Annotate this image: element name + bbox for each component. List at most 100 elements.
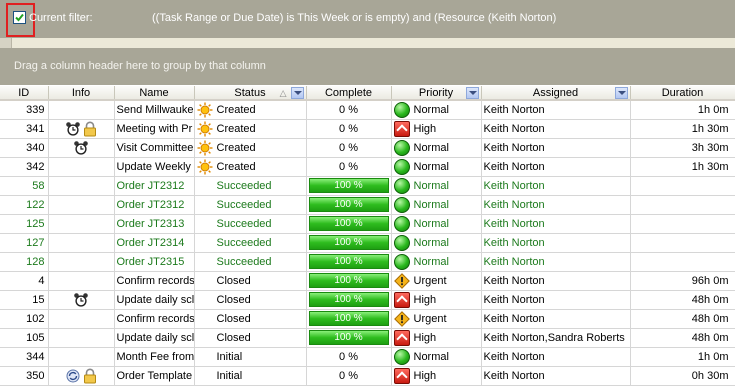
status-text: Closed [216,331,251,344]
cell-assigned: Keith Norton [481,119,631,139]
table-row[interactable]: 341 Meeting with Pr Created 0 % High Keith No… [0,119,735,139]
table-row[interactable]: 125 Order JT2313 Succeeded 100 % Normal Keith… [0,214,735,234]
priority-text: Normal [413,236,449,249]
alarm-clock-icon [73,292,89,308]
column-header-name[interactable]: Name [114,86,195,101]
column-header-assigned[interactable]: Assigned [481,86,631,101]
status-text: Succeeded [216,236,272,249]
column-header-duration[interactable]: Duration [630,86,735,101]
cell-name: Send Millwaukee [114,100,195,120]
assigned-filter-dropdown-icon[interactable] [614,87,628,99]
table-row[interactable]: 58 Order JT2312 Succeeded 100 % Normal Keith … [0,176,735,196]
priority-text: Normal [413,179,449,192]
column-header-info[interactable]: Info [48,86,115,101]
sun-icon [197,140,213,156]
cell-duration: 48h 0m [630,328,735,348]
cell-info [48,214,115,234]
status-text: Succeeded [216,255,272,268]
cell-duration: 1h 0m [630,100,735,120]
table-row[interactable]: 122 Order JT2312 Succeeded 100 % Normal Keith… [0,195,735,215]
filter-separator [0,38,735,48]
complete-value: 0 % [339,141,358,154]
progress-bar: 100 % [308,235,389,250]
cell-id: 105 [0,328,49,348]
table-row[interactable]: 4 Confirm records Closed 100 % Urgent Keith N… [0,271,735,291]
cell-info [48,366,115,386]
table-row[interactable]: 15 Update daily scl Closed 100 % High Keith N… [0,290,735,310]
column-header-complete[interactable]: Complete [306,86,392,101]
progress-bar: 100 % [308,178,389,193]
cell-status: Succeeded [194,195,307,215]
cell-complete: 0 % [306,157,392,177]
cell-id: 125 [0,214,49,234]
complete-value: 0 % [339,350,358,363]
cell-duration: 1h 30m [630,119,735,139]
cell-priority: Urgent [391,309,482,329]
normal-priority-icon [393,139,410,156]
cell-status: Created [194,157,307,177]
cell-assigned: Keith Norton [481,100,631,120]
cell-priority: Urgent [391,271,482,291]
status-text: Succeeded [216,217,272,230]
progress-bar: 100 % [308,330,389,345]
priority-filter-dropdown-icon[interactable] [465,87,479,99]
cell-assigned: Keith Norton [481,252,631,272]
sort-ascending-icon: △ [279,88,287,98]
cell-name: Update Weekly [114,157,195,177]
cell-name: Order JT2314 [114,233,195,253]
column-header-assigned-label: Assigned [532,86,579,99]
column-header-priority[interactable]: Priority [391,86,482,101]
cell-status: Initial [194,347,307,367]
cell-assigned: Keith Norton [481,176,631,196]
high-priority-icon [393,120,410,137]
column-header-id[interactable]: ID [0,86,49,101]
cell-assigned: Keith Norton [481,157,631,177]
cell-priority: Normal [391,157,482,177]
cell-status: Closed [194,309,307,329]
normal-priority-icon [393,215,410,232]
cell-id: 128 [0,252,49,272]
cell-complete: 100 % [306,252,392,272]
cell-complete: 100 % [306,328,392,348]
priority-text: Normal [413,255,449,268]
status-text: Created [216,160,256,173]
normal-priority-icon [393,253,410,270]
cell-complete: 0 % [306,100,392,120]
filter-expression[interactable]: ((Task Range or Due Date) is This Week o… [152,12,556,24]
cell-assigned: Keith Norton [481,271,631,291]
cell-info [48,271,115,291]
cell-complete: 0 % [306,347,392,367]
status-text: Created [216,122,256,135]
cell-duration: 3h 30m [630,138,735,158]
cell-info [48,233,115,253]
table-row[interactable]: 344 Month Fee from Initial 0 % Normal Keith N… [0,347,735,367]
table-row[interactable]: 105 Update daily scl Closed 100 % High Keith … [0,328,735,348]
cell-info [48,195,115,215]
table-row[interactable]: 350 Order Template Initial 0 % High Keith Nor… [0,366,735,386]
progress-bar: 100 % [308,273,389,288]
cell-status: Created [194,119,307,139]
table-row[interactable]: 102 Confirm records Closed 100 % Urgent Keith… [0,309,735,329]
cell-id: 15 [0,290,49,310]
cell-duration: 48h 0m [630,290,735,310]
table-row[interactable]: 342 Update Weekly Created 0 % Normal Keith No… [0,157,735,177]
status-filter-dropdown-icon[interactable] [290,87,304,99]
cell-status: Succeeded [194,233,307,253]
cell-status: Initial [194,366,307,386]
sun-icon [197,159,213,175]
group-by-panel[interactable]: Drag a column header here to group by th… [0,48,735,85]
table-row[interactable]: 340 Visit Committee Created 0 % Normal Keith … [0,138,735,158]
cell-priority: High [391,328,482,348]
group-by-hint: Drag a column header here to group by th… [14,60,266,72]
column-header-status[interactable]: Status △ [194,86,307,101]
table-row[interactable]: 339 Send Millwaukee Created 0 % Normal Keith … [0,100,735,120]
table-row[interactable]: 127 Order JT2314 Succeeded 100 % Normal Keith… [0,233,735,253]
status-text: Created [216,103,256,116]
cell-duration [630,233,735,253]
cell-status: Closed [194,328,307,348]
cell-info [48,176,115,196]
table-row[interactable]: 128 Order JT2315 Succeeded 100 % Normal Keith… [0,252,735,272]
cell-info [48,328,115,348]
cell-info [48,309,115,329]
cell-duration: 96h 0m [630,271,735,291]
